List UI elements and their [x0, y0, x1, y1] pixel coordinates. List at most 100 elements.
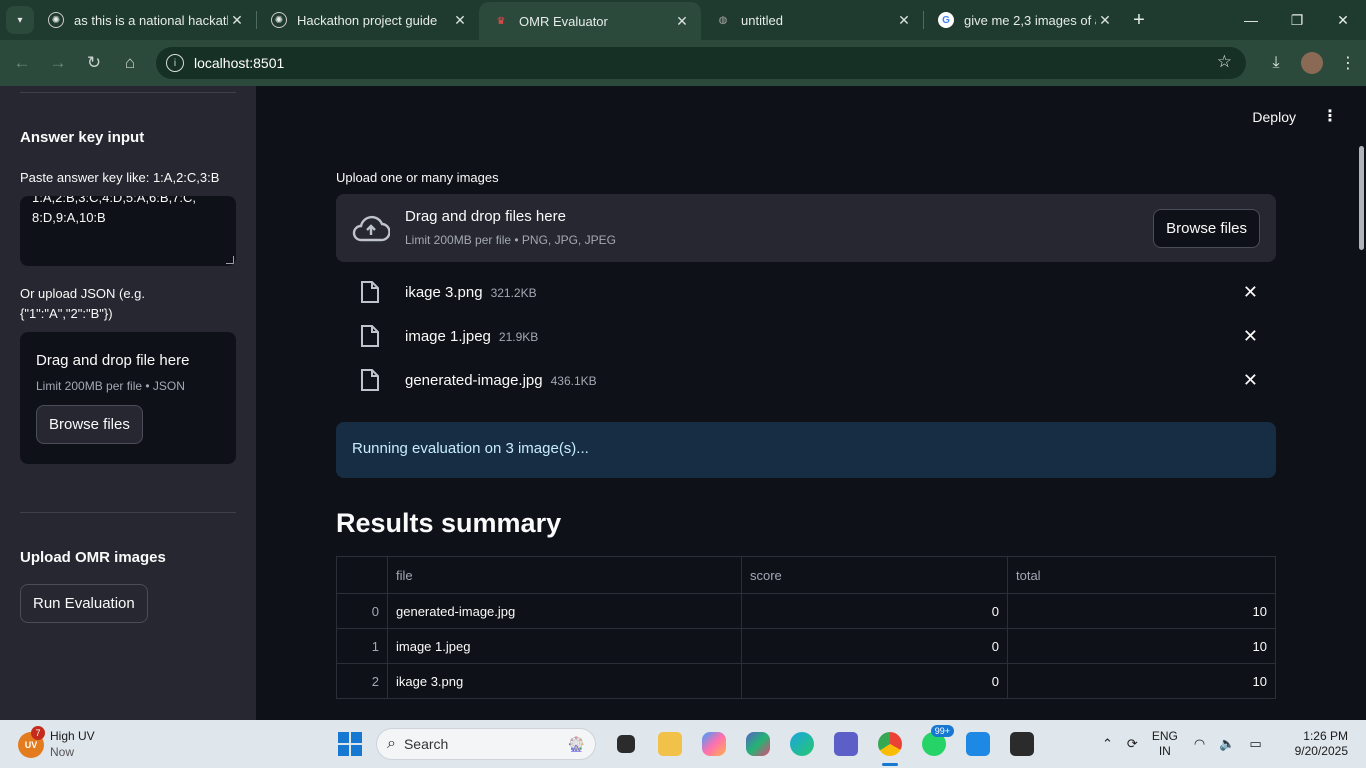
- close-tab-icon[interactable]: ✕: [1096, 12, 1114, 29]
- weather-sub: Now: [50, 745, 75, 759]
- cell-file[interactable]: generated-image.jpg: [387, 593, 742, 629]
- resize-handle-icon[interactable]: [226, 256, 234, 264]
- browser-menu-icon[interactable]: ⋮: [1330, 53, 1366, 73]
- clock[interactable]: 1:26 PM 9/20/2025: [1295, 729, 1348, 759]
- edge-icon[interactable]: [780, 728, 824, 760]
- cell-score[interactable]: 0: [741, 628, 1008, 664]
- vscode-icon[interactable]: [956, 728, 1000, 760]
- profile-avatar[interactable]: [1301, 52, 1323, 74]
- back-icon[interactable]: ←: [4, 53, 40, 73]
- column-header-score[interactable]: score: [741, 556, 1008, 594]
- time: 1:26 PM: [1303, 729, 1348, 743]
- close-tab-icon[interactable]: ✕: [673, 13, 691, 30]
- cell-total[interactable]: 10: [1007, 628, 1276, 664]
- tab-2[interactable]: ♛ OMR Evaluator ✕: [479, 2, 701, 40]
- cell-score[interactable]: 0: [741, 593, 1008, 629]
- file-item: generated-image.jpg 436.1KB ✕: [336, 358, 1276, 402]
- results-table[interactable]: file score total 0 generated-image.jpg 0…: [336, 556, 1276, 699]
- json-dropzone[interactable]: Drag and drop file here Limit 200MB per …: [20, 332, 236, 464]
- uploaded-file-list: ikage 3.png 321.2KB ✕ image 1.jpeg 21.9KB …: [336, 270, 1276, 402]
- json-upload-label: Or upload JSON (e.g. {"1":"A","2":"B"}): [20, 286, 145, 321]
- remove-file-icon[interactable]: ✕: [1243, 370, 1258, 391]
- file-size: 21.9KB: [498, 329, 539, 344]
- remove-file-icon[interactable]: ✕: [1243, 282, 1258, 303]
- terminal-icon[interactable]: [1000, 728, 1044, 760]
- deploy-button[interactable]: Deploy: [1252, 109, 1296, 125]
- browse-files-button[interactable]: Browse files: [1153, 209, 1260, 248]
- site-info-icon[interactable]: i: [166, 54, 184, 72]
- run-evaluation-button[interactable]: Run Evaluation: [20, 584, 148, 623]
- tab-search-button[interactable]: ▾: [6, 6, 34, 34]
- whatsapp-icon[interactable]: 99+: [912, 725, 956, 760]
- file-name: ikage 3.png: [405, 283, 483, 301]
- row-index: 0: [336, 593, 388, 629]
- task-view-icon[interactable]: [604, 728, 648, 760]
- scrollbar[interactable]: [1359, 146, 1364, 250]
- minimize-icon[interactable]: —: [1228, 0, 1274, 40]
- file-item: image 1.jpeg 21.9KB ✕: [336, 314, 1276, 358]
- cell-file[interactable]: image 1.jpeg: [387, 628, 742, 664]
- weather-badge: 7: [31, 726, 45, 740]
- teams-icon[interactable]: [824, 728, 868, 760]
- tab-0[interactable]: ✺ as this is a national hackathon ✕: [34, 0, 256, 40]
- file-explorer-icon[interactable]: [648, 728, 692, 760]
- close-tab-icon[interactable]: ✕: [451, 12, 469, 29]
- remove-file-icon[interactable]: ✕: [1243, 326, 1258, 347]
- windows-start-icon[interactable]: [338, 732, 362, 756]
- answer-key-heading: Answer key input: [20, 129, 145, 146]
- forward-icon[interactable]: →: [40, 53, 76, 73]
- close-tab-icon[interactable]: ✕: [228, 12, 246, 29]
- language-indicator[interactable]: ENG IN: [1152, 729, 1178, 759]
- copilot-icon[interactable]: [692, 728, 736, 760]
- paste-answer-label: Paste answer key like: 1:A,2:C,3:B: [20, 170, 220, 185]
- browser-tab-strip: ▾ ✺ as this is a national hackathon ✕ ✺ …: [0, 0, 1366, 40]
- cell-total[interactable]: 10: [1007, 663, 1276, 699]
- cell-file[interactable]: ikage 3.png: [387, 663, 742, 699]
- upload-images-label: Upload one or many images: [336, 170, 499, 185]
- bookmark-star-icon[interactable]: ☆: [1217, 52, 1232, 72]
- toolbar-actions: ⤓ ⋮: [1258, 40, 1366, 86]
- restore-icon[interactable]: ❐: [1274, 0, 1320, 40]
- download-icon[interactable]: ⤓: [1258, 54, 1294, 72]
- answer-key-textarea[interactable]: 1:A,2:B,3:C,4:D,5:A,6:B,7:C, 8:D,9:A,10:…: [20, 196, 236, 266]
- battery-icon[interactable]: ▭: [1249, 736, 1261, 752]
- globe-icon: ◍: [718, 14, 728, 26]
- whatsapp-badge: 99+: [930, 725, 954, 737]
- tab-3[interactable]: ◍ untitled ✕: [701, 0, 923, 40]
- browse-json-button[interactable]: Browse files: [36, 405, 143, 444]
- app-menu-icon[interactable]: ⋮: [1322, 106, 1338, 126]
- table-header-row: file score total: [336, 556, 1276, 594]
- reload-icon[interactable]: ↻: [76, 53, 112, 73]
- cell-score[interactable]: 0: [741, 663, 1008, 699]
- close-window-icon[interactable]: ✕: [1320, 0, 1366, 40]
- upload-omr-heading: Upload OMR images: [20, 549, 166, 566]
- home-icon[interactable]: ⌂: [112, 53, 148, 73]
- sync-icon[interactable]: ⟳: [1127, 736, 1138, 752]
- m365-icon[interactable]: [736, 728, 780, 760]
- tab-title: untitled: [741, 12, 783, 28]
- tab-4[interactable]: G give me 2,3 images of answer ✕: [924, 0, 1124, 40]
- tab-1[interactable]: ✺ Hackathon project guide ✕: [257, 0, 479, 40]
- weather-widget[interactable]: High UV Now: [50, 728, 95, 760]
- weather-title: High UV: [50, 729, 95, 743]
- browser-toolbar: ← → ↻ ⌂ i localhost:8501 ☆ ⤓ ⋮: [0, 40, 1366, 86]
- cell-total[interactable]: 10: [1007, 593, 1276, 629]
- taskbar-search[interactable]: ⌕ Search 🎡: [376, 728, 596, 760]
- wifi-icon[interactable]: ◠: [1194, 736, 1205, 752]
- chrome-icon[interactable]: [868, 728, 912, 766]
- results-heading: Results summary: [336, 508, 562, 538]
- new-tab-icon[interactable]: +: [1124, 9, 1154, 32]
- main-content: Deploy ⋮ Upload one or many images Drag …: [256, 86, 1366, 720]
- address-bar[interactable]: i localhost:8501 ☆: [156, 47, 1246, 79]
- volume-icon[interactable]: 🔈: [1219, 736, 1235, 752]
- taskbar: UV 7 High UV Now ⌕ Search 🎡 99+ ⌃ ⟳ ENG …: [0, 720, 1366, 768]
- images-dropzone[interactable]: Drag and drop files here Limit 200MB per…: [336, 194, 1276, 262]
- column-header-file[interactable]: file: [387, 556, 742, 594]
- dropzone-limit: Limit 200MB per file • PNG, JPG, JPEG: [405, 233, 616, 247]
- column-header-total[interactable]: total: [1007, 556, 1276, 594]
- close-tab-icon[interactable]: ✕: [895, 12, 913, 29]
- streamlit-icon: ♛: [496, 15, 506, 27]
- chevron-up-icon[interactable]: ⌃: [1102, 736, 1113, 752]
- dropzone-title: Drag and drop files here: [405, 208, 566, 225]
- openai-icon: ✺: [48, 12, 64, 28]
